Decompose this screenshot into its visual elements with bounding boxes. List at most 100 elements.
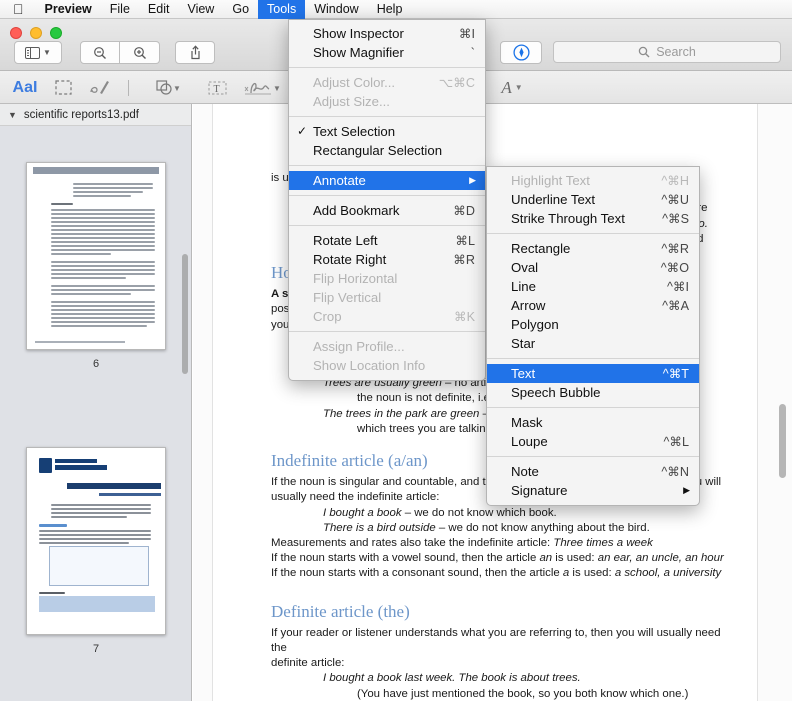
menu-item-strike-through-text[interactable]: Strike Through Text ^⌘S — [487, 209, 699, 228]
menu-item-shortcut: ^⌘T — [637, 366, 689, 381]
doc-text: – we do not know anything about the bird… — [436, 522, 650, 534]
menu-file[interactable]: File — [101, 0, 139, 19]
list-item[interactable]: 7 — [0, 447, 192, 655]
menu-view[interactable]: View — [178, 0, 223, 19]
tools-dropdown-menu[interactable]: Show Inspector ⌘I Show Magnifier ` Adjus… — [288, 19, 486, 381]
sidebar-toggle-button[interactable]: ▼ — [14, 41, 62, 64]
menu-item-shortcut: ^⌘A — [636, 298, 689, 313]
sketch-tool-button[interactable] — [84, 75, 116, 100]
text-box-tool-button[interactable]: T — [200, 75, 234, 100]
share-button[interactable] — [175, 41, 215, 64]
search-icon — [638, 46, 650, 58]
menu-item-speech-bubble[interactable]: Speech Bubble — [487, 383, 699, 402]
rectangular-selection-tool-button[interactable] — [48, 75, 78, 100]
markup-toolbar-button[interactable] — [500, 41, 542, 64]
disclosure-triangle-icon[interactable]: ▼ — [8, 110, 17, 120]
menu-bar:  Preview File Edit View Go Tools Window… — [0, 0, 792, 19]
sidebar-scrollbar[interactable] — [182, 254, 188, 374]
list-item[interactable]: 6 — [0, 162, 192, 370]
menu-item-label: Assign Profile... — [289, 339, 475, 354]
shapes-tool-button[interactable]: ▼ — [145, 75, 191, 100]
submenu-arrow-icon: ▶ — [683, 481, 690, 500]
maximize-window-button[interactable] — [50, 27, 62, 39]
sidebar-filename: scientific reports13.pdf — [24, 109, 139, 121]
menu-item-rotate-right[interactable]: Rotate Right ⌘R — [289, 250, 485, 269]
menu-item-text-selection[interactable]: ✓ Text Selection — [289, 122, 485, 141]
menu-item-polygon[interactable]: Polygon — [487, 315, 699, 334]
toolbar-divider — [128, 80, 129, 96]
doc-text: is used: — [569, 567, 615, 579]
menu-item-oval[interactable]: Oval ^⌘O — [487, 258, 699, 277]
menu-item-arrow[interactable]: Arrow ^⌘A — [487, 296, 699, 315]
menu-item-label: Show Magnifier — [289, 45, 445, 60]
menu-tools[interactable]: Tools — [258, 0, 305, 19]
doc-paragraph: There is a bird outside – we do not know… — [271, 521, 739, 536]
menu-item-shortcut: ^⌘I — [641, 279, 689, 294]
menu-item-line[interactable]: Line ^⌘I — [487, 277, 699, 296]
minimize-window-button[interactable] — [30, 27, 42, 39]
text-selection-tool-button[interactable]: AaI — [6, 75, 44, 100]
doc-text: If the noun starts with a consonant soun… — [271, 567, 563, 579]
menu-item-shortcut: ^⌘R — [635, 241, 689, 256]
magnifier-minus-glyph — [93, 46, 107, 60]
menu-item-label: Text Selection — [289, 124, 475, 139]
menu-item-shortcut: ^⌘N — [635, 464, 689, 479]
menu-help[interactable]: Help — [368, 0, 412, 19]
text-selection-icon: AaI — [13, 79, 38, 97]
menu-item-crop: Crop ⌘K — [289, 307, 485, 326]
magnifier-plus-glyph — [133, 46, 147, 60]
chevron-down-icon: ▼ — [515, 83, 523, 92]
sidebar-panel-icon: ▼ — [14, 41, 62, 64]
menu-go[interactable]: Go — [223, 0, 258, 19]
annotate-submenu[interactable]: Highlight Text ^⌘H Underline Text ^⌘U St… — [486, 166, 700, 506]
menu-item-text[interactable]: Text ^⌘T — [487, 364, 699, 383]
doc-paragraph: Measurements and rates also take the ind… — [271, 536, 739, 551]
menu-item-signature[interactable]: Signature ▶ — [487, 481, 699, 500]
submenu-arrow-icon: ▶ — [469, 171, 476, 190]
menu-item-label: Flip Vertical — [289, 290, 475, 305]
menu-item-label: Oval — [487, 260, 635, 275]
search-input[interactable]: Search — [656, 45, 696, 59]
menu-item-star[interactable]: Star — [487, 334, 699, 353]
menu-preview[interactable]: Preview — [36, 0, 101, 19]
share-glyph — [189, 45, 202, 60]
apple-menu-icon[interactable]:  — [0, 0, 36, 19]
menu-item-label: Adjust Color... — [289, 75, 413, 90]
doc-text: is used: — [552, 552, 598, 564]
magnifier-plus-icon — [120, 41, 160, 64]
page-thumbnail-6[interactable] — [26, 162, 166, 350]
menu-item-annotate[interactable]: Annotate ▶ — [289, 171, 485, 190]
menu-item-rectangle[interactable]: Rectangle ^⌘R — [487, 239, 699, 258]
zoom-in-button[interactable] — [120, 41, 160, 64]
menu-window[interactable]: Window — [305, 0, 367, 19]
page-thumbnail-7[interactable] — [26, 447, 166, 635]
menu-item-rotate-left[interactable]: Rotate Left ⌘L — [289, 231, 485, 250]
menu-item-show-magnifier[interactable]: Show Magnifier ` — [289, 43, 485, 62]
sidebar-file-header[interactable]: ▼ scientific reports13.pdf — [0, 104, 192, 126]
font-style-button[interactable]: A ▼ — [495, 75, 529, 100]
zoom-out-button[interactable] — [80, 41, 120, 64]
menu-item-add-bookmark[interactable]: Add Bookmark ⌘D — [289, 201, 485, 220]
menu-item-label: Line — [487, 279, 641, 294]
menu-item-show-inspector[interactable]: Show Inspector ⌘I — [289, 24, 485, 43]
menu-item-adjust-size: Adjust Size... — [289, 92, 485, 111]
menu-item-note[interactable]: Note ^⌘N — [487, 462, 699, 481]
sidebar-panel-glyph — [25, 47, 40, 59]
menu-item-shortcut: ^⌘H — [635, 173, 689, 188]
search-field[interactable]: Search — [553, 41, 781, 63]
close-window-button[interactable] — [10, 27, 22, 39]
doc-text: – we do not know which book. — [402, 507, 557, 519]
menu-item-rectangular-selection[interactable]: Rectangular Selection — [289, 141, 485, 160]
menu-edit[interactable]: Edit — [139, 0, 179, 19]
menu-item-highlight-text: Highlight Text ^⌘H — [487, 171, 699, 190]
menu-item-shortcut: ⌘K — [428, 309, 475, 324]
menu-item-mask[interactable]: Mask — [487, 413, 699, 432]
menu-item-underline-text[interactable]: Underline Text ^⌘U — [487, 190, 699, 209]
font-icon: A — [501, 78, 511, 98]
menu-item-loupe[interactable]: Loupe ^⌘L — [487, 432, 699, 451]
menu-item-shortcut: ` — [445, 46, 475, 60]
university-logo-icon — [39, 458, 52, 473]
signature-tool-button[interactable]: ▼ — [238, 75, 286, 100]
menu-item-label: Flip Horizontal — [289, 271, 475, 286]
document-scrollbar[interactable] — [779, 404, 786, 478]
